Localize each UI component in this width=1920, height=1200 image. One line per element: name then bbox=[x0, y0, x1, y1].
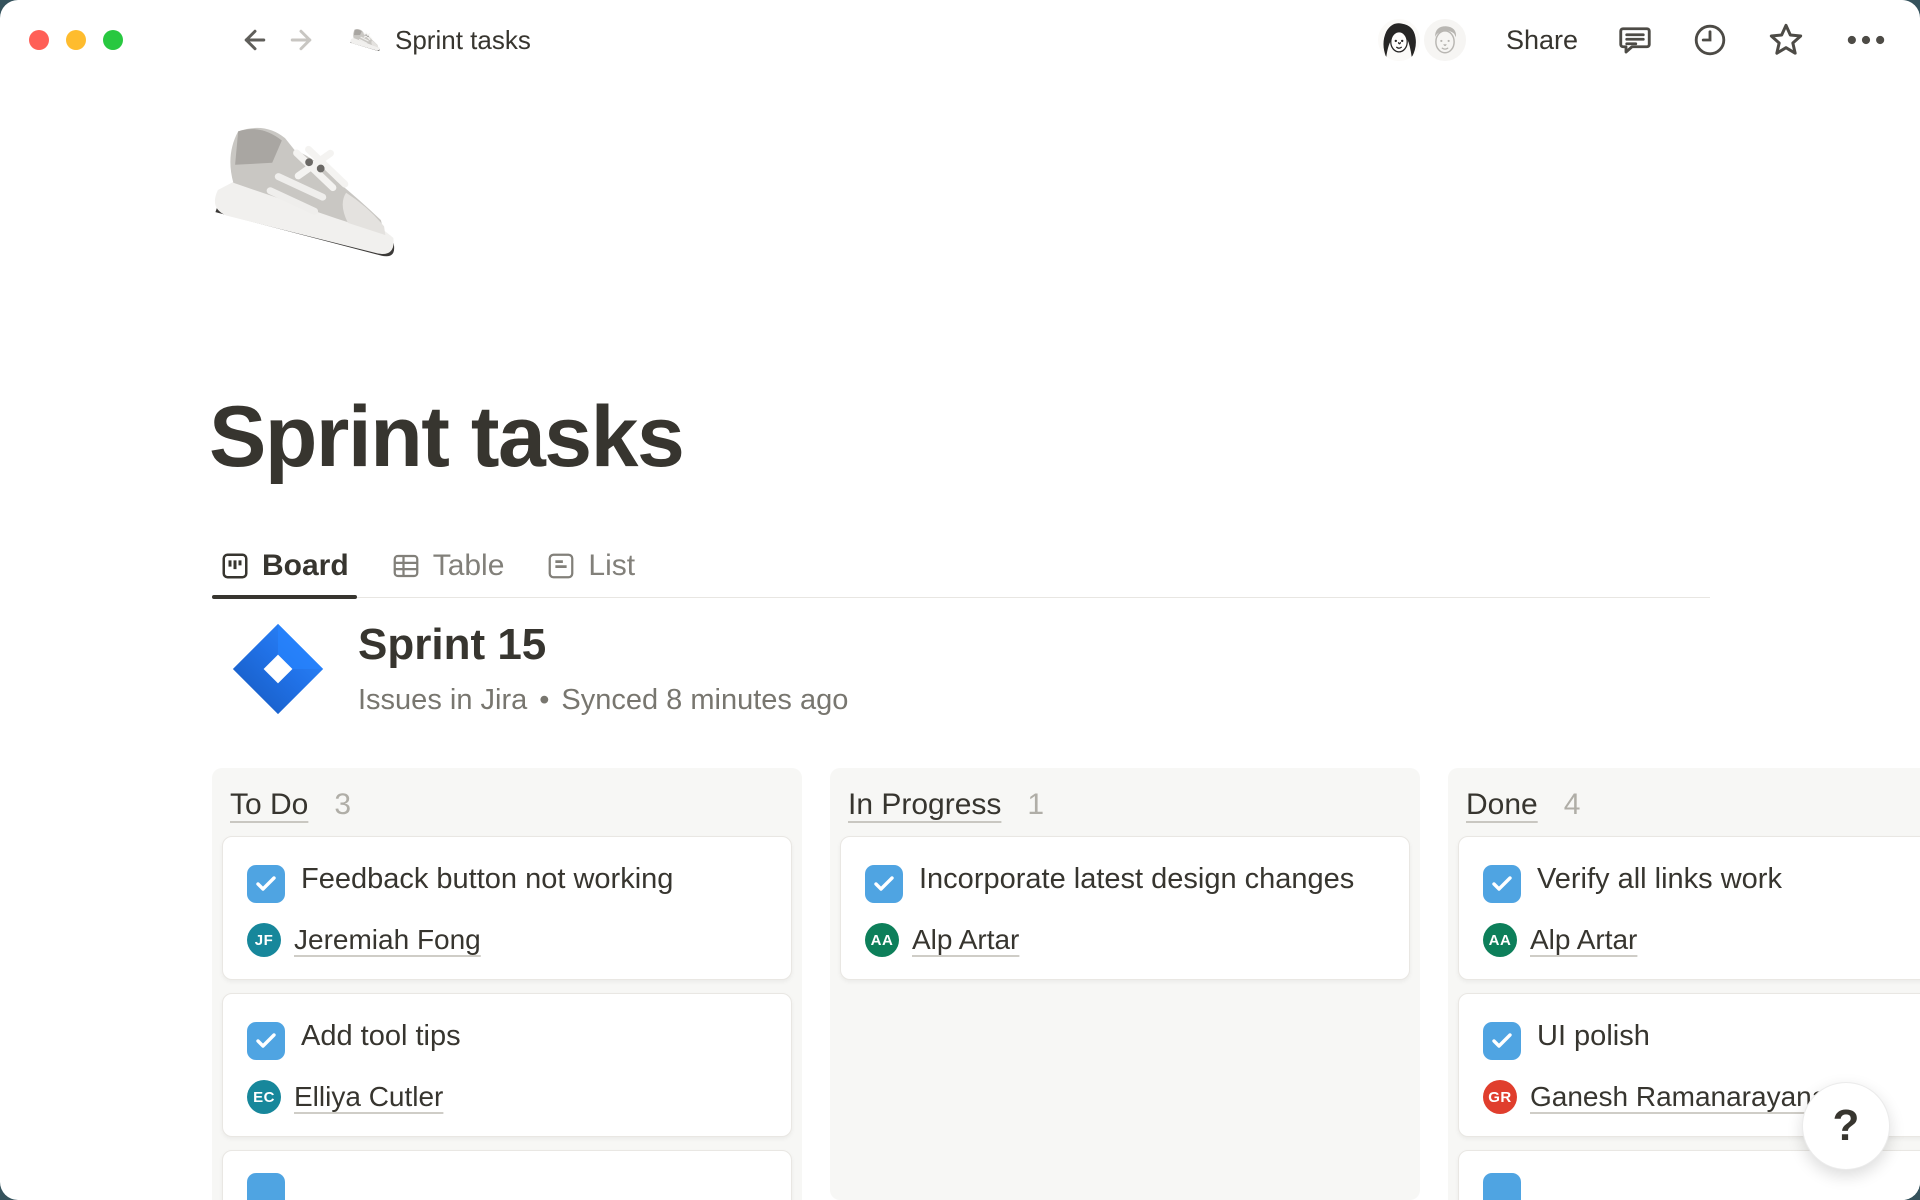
checked-checkbox-icon[interactable] bbox=[247, 1173, 285, 1200]
column-to-do: To Do 3 Feedback button not working JF J… bbox=[212, 768, 802, 1200]
column-in-progress: In Progress 1 Incorporate latest design … bbox=[830, 768, 1420, 1200]
assignee-name-link[interactable]: Elliya Cutler bbox=[294, 1081, 443, 1113]
assignee-row: AA Alp Artar bbox=[865, 923, 1385, 957]
tab-table-label: Table bbox=[433, 549, 505, 583]
minimize-window-button[interactable] bbox=[66, 30, 86, 50]
column-name-link[interactable]: To Do bbox=[230, 788, 308, 822]
sidebar-menu-icon[interactable] bbox=[180, 28, 212, 52]
column-header: In Progress 1 bbox=[840, 782, 1410, 836]
checked-checkbox-icon[interactable] bbox=[1483, 1022, 1521, 1060]
tab-table[interactable]: Table bbox=[383, 534, 513, 597]
task-card[interactable]: Feedback button not working JF Jeremiah … bbox=[222, 836, 792, 980]
column-count: 4 bbox=[1564, 788, 1581, 822]
subtitle-bullet: • bbox=[539, 684, 549, 717]
assignee-name-link[interactable]: Jeremiah Fong bbox=[294, 924, 481, 956]
favorite-star-icon[interactable] bbox=[1766, 20, 1806, 60]
database-source-link[interactable]: Issues in Jira bbox=[358, 684, 527, 717]
assignee-row: AA Alp Artar bbox=[1483, 923, 1920, 957]
help-button[interactable]: ? bbox=[1802, 1082, 1890, 1170]
checked-checkbox-icon[interactable] bbox=[865, 865, 903, 903]
task-card[interactable]: Incorporate latest design changes AA Alp… bbox=[840, 836, 1410, 980]
kanban-board: To Do 3 Feedback button not working JF J… bbox=[212, 768, 1920, 1200]
column-count: 1 bbox=[1027, 788, 1044, 822]
checked-checkbox-icon[interactable] bbox=[1483, 1173, 1521, 1200]
topbar: Sprint tasks Share bbox=[0, 0, 1920, 80]
view-tabs: Board Table List bbox=[212, 534, 1710, 598]
board-view-icon bbox=[220, 551, 250, 581]
desktop: { "colors": { "desktop": "#35525c", "tra… bbox=[0, 0, 1920, 1200]
tab-list[interactable]: List bbox=[538, 534, 643, 597]
card-title-row: Incorporate latest design changes bbox=[865, 859, 1385, 903]
card-title-row: Feedback button not working bbox=[247, 859, 767, 903]
assignee-avatar: JF bbox=[247, 923, 281, 957]
tab-list-label: List bbox=[588, 549, 635, 583]
card-title-row: UI polish bbox=[1483, 1016, 1920, 1060]
task-title: UI polish bbox=[1537, 1020, 1650, 1052]
topbar-actions: Share bbox=[1384, 17, 1888, 63]
share-button[interactable]: Share bbox=[1506, 25, 1578, 56]
task-card[interactable]: Add tool tips EC Elliya Cutler bbox=[222, 993, 792, 1137]
sync-status[interactable]: Synced 8 minutes ago bbox=[561, 684, 848, 717]
task-title: Incorporate latest design changes bbox=[919, 863, 1354, 895]
tab-board-label: Board bbox=[262, 549, 349, 583]
column-name-link[interactable]: In Progress bbox=[848, 788, 1001, 822]
card-title-row: Add tool tips bbox=[247, 1016, 767, 1060]
column-header: To Do 3 bbox=[222, 782, 792, 836]
back-arrow-icon[interactable] bbox=[240, 25, 270, 55]
jira-logo bbox=[230, 621, 326, 717]
breadcrumb[interactable]: Sprint tasks bbox=[350, 25, 531, 56]
task-title: Feedback button not working bbox=[301, 863, 673, 895]
collaborator-avatar-2[interactable] bbox=[1422, 17, 1468, 63]
column-count: 3 bbox=[334, 788, 351, 822]
task-title: Verify all links work bbox=[1537, 863, 1782, 895]
traffic-lights bbox=[29, 30, 123, 50]
table-view-icon bbox=[391, 551, 421, 581]
task-title: Add tool tips bbox=[301, 1020, 461, 1052]
assignee-name-link[interactable]: Alp Artar bbox=[912, 924, 1019, 956]
checked-checkbox-icon[interactable] bbox=[247, 1022, 285, 1060]
checked-checkbox-icon[interactable] bbox=[1483, 865, 1521, 903]
assignee-row: EC Elliya Cutler bbox=[247, 1080, 767, 1114]
breadcrumb-title: Sprint tasks bbox=[395, 25, 531, 56]
assignee-avatar: EC bbox=[247, 1080, 281, 1114]
column-header: Done 4 bbox=[1458, 782, 1920, 836]
page-title[interactable]: Sprint tasks bbox=[209, 388, 683, 487]
tab-board[interactable]: Board bbox=[212, 534, 357, 597]
forward-arrow-icon[interactable] bbox=[286, 25, 316, 55]
sneaker-icon bbox=[350, 27, 382, 53]
app-window: Sprint tasks Share bbox=[0, 0, 1920, 1200]
assignee-avatar: AA bbox=[1483, 923, 1517, 957]
list-view-icon bbox=[546, 551, 576, 581]
assignee-row: JF Jeremiah Fong bbox=[247, 923, 767, 957]
page-icon-sneaker[interactable] bbox=[212, 112, 407, 307]
assignee-avatar: GR bbox=[1483, 1080, 1517, 1114]
zoom-window-button[interactable] bbox=[103, 30, 123, 50]
assignee-avatar: AA bbox=[865, 923, 899, 957]
task-card-partial[interactable] bbox=[222, 1150, 792, 1200]
task-card[interactable]: Verify all links work AA Alp Artar bbox=[1458, 836, 1920, 980]
database-subtitle: Issues in Jira • Synced 8 minutes ago bbox=[358, 684, 848, 717]
close-window-button[interactable] bbox=[29, 30, 49, 50]
checked-checkbox-icon[interactable] bbox=[247, 865, 285, 903]
assignee-name-link[interactable]: Ganesh Ramanarayanan bbox=[1530, 1081, 1843, 1113]
collaborator-avatars bbox=[1384, 17, 1468, 63]
more-options-icon[interactable] bbox=[1844, 20, 1888, 60]
linked-database-header: Sprint 15 Issues in Jira • Synced 8 minu… bbox=[230, 620, 848, 717]
comments-icon[interactable] bbox=[1616, 22, 1654, 58]
column-name-link[interactable]: Done bbox=[1466, 788, 1538, 822]
collaborator-avatar-1[interactable] bbox=[1376, 17, 1422, 63]
database-title[interactable]: Sprint 15 bbox=[358, 620, 848, 670]
card-title-row: Verify all links work bbox=[1483, 859, 1920, 903]
assignee-name-link[interactable]: Alp Artar bbox=[1530, 924, 1637, 956]
updates-clock-icon[interactable] bbox=[1692, 22, 1728, 58]
